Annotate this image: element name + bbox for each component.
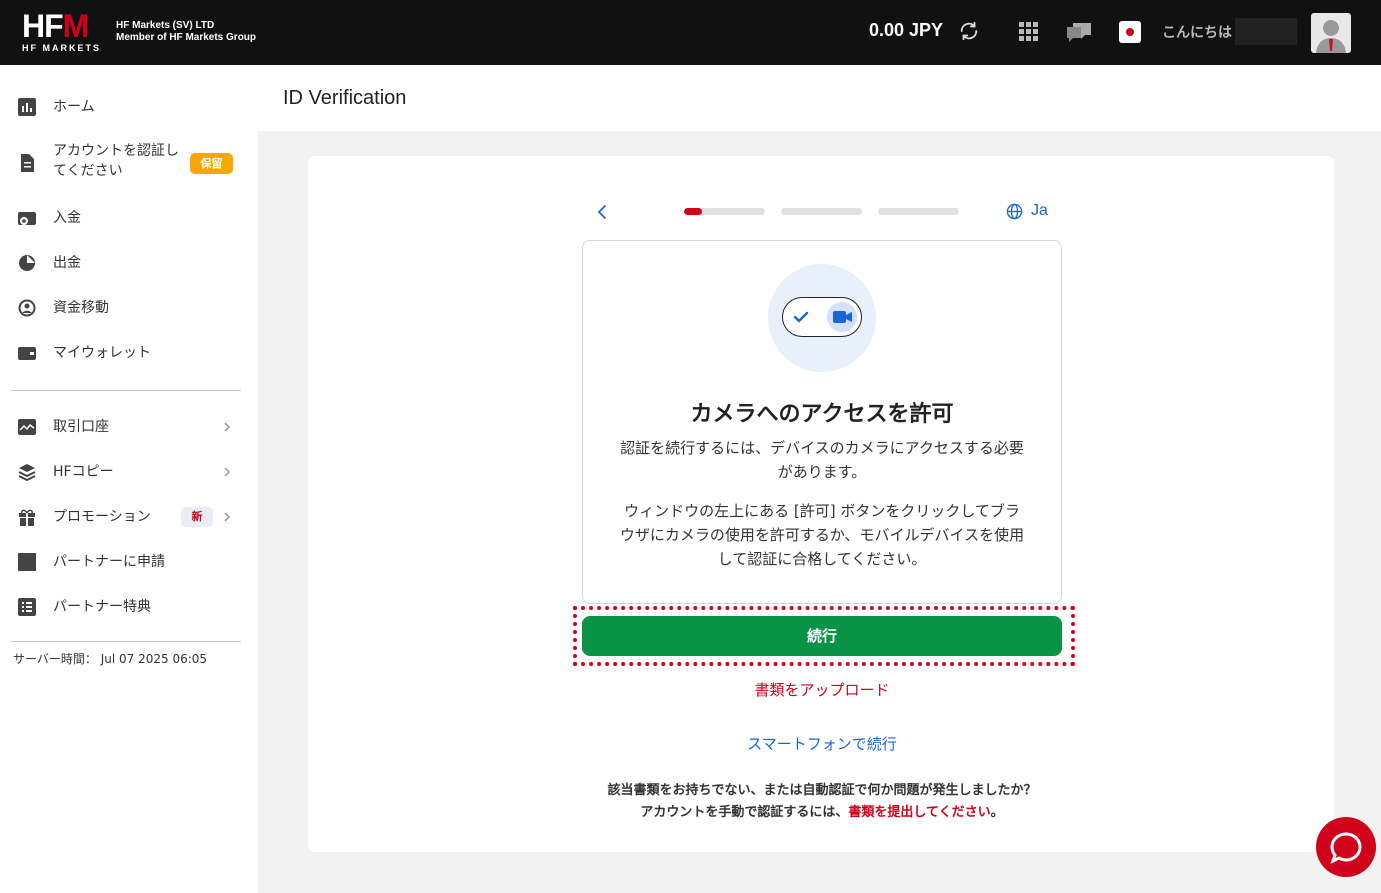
chat-icon[interactable] xyxy=(1065,21,1093,43)
list-icon xyxy=(18,598,36,616)
sidebar-item-label: パートナー特典 xyxy=(53,599,151,615)
trading-account-icon xyxy=(18,419,36,435)
status-badge-hold: 保留 xyxy=(190,153,233,174)
new-badge: 新 xyxy=(181,507,213,527)
progress-step-2 xyxy=(781,208,862,215)
continue-button[interactable]: 続行 xyxy=(582,616,1062,656)
live-chat-button[interactable] xyxy=(1316,817,1376,877)
japan-flag-icon[interactable] xyxy=(1119,21,1141,43)
sidebar-item-wallet[interactable]: マイウォレット xyxy=(0,333,258,373)
sidebar-item-label: 資金移動 xyxy=(53,300,109,316)
layers-icon xyxy=(18,464,36,481)
globe-icon xyxy=(1006,203,1023,219)
sidebar-item-label: パートナーに申請 xyxy=(53,554,165,570)
description-line: があります。 xyxy=(777,463,867,481)
progress-step-fill xyxy=(684,208,702,215)
manual-verification-note: アカウントを手動で認証するには、書類を提出してください。 xyxy=(560,802,1084,824)
refresh-icon[interactable] xyxy=(958,20,980,42)
logo-wordmark: HFM xyxy=(22,8,89,44)
chat-bubble-icon xyxy=(1330,832,1362,864)
progress-step-3 xyxy=(878,208,959,215)
description-line: 認証を続行するには、デバイスのカメラにアクセスする必要 xyxy=(620,439,1024,457)
instruction-line: して認証に合格してください。 xyxy=(717,550,927,568)
hfm-logo[interactable]: HFM HF MARKETS xyxy=(22,10,108,54)
sidebar-divider xyxy=(11,390,241,391)
language-selector[interactable]: Ja xyxy=(1006,202,1048,220)
gift-icon xyxy=(19,509,35,526)
company-group: Member of HF Markets Group xyxy=(116,32,257,43)
sidebar-item-label: 入金 xyxy=(53,210,81,226)
sidebar-item-home[interactable]: ホーム xyxy=(0,87,258,127)
submit-documents-link[interactable]: 書類を提出してください xyxy=(848,805,990,820)
video-camera-icon xyxy=(833,311,852,323)
sidebar-item-label: HFコピー xyxy=(53,464,114,480)
sidebar-item-trading-accounts[interactable]: 取引口座 xyxy=(0,407,258,447)
instruction-line: ウザにカメラの使用を許可するか、モバイルデバイスを使用 xyxy=(619,526,1025,544)
manual-note-suffix: 。 xyxy=(990,805,1004,820)
sidebar-item-label: マイウォレット xyxy=(53,345,151,361)
sidebar-item-withdraw[interactable]: 出金 xyxy=(0,243,258,283)
language-label: Ja xyxy=(1031,202,1048,219)
upload-documents-link[interactable]: 書類をアップロード xyxy=(582,679,1062,700)
sidebar-item-label: 取引口座 xyxy=(53,419,109,435)
wallet-icon xyxy=(18,347,36,360)
partner-icon xyxy=(18,553,36,571)
chevron-right-icon xyxy=(224,467,231,477)
sidebar-item-label: 出金 xyxy=(53,255,81,271)
sidebar: ホーム アカウントを認証してください 保留 入金 出金 資金移動 マイウォレット… xyxy=(0,65,258,893)
avatar[interactable] xyxy=(1311,13,1351,53)
logo-subtitle: HF MARKETS xyxy=(22,43,101,53)
sidebar-item-hf-copy[interactable]: HFコピー xyxy=(0,452,258,492)
company-name: HF Markets (SV) LTD xyxy=(116,20,215,31)
camera-access-instructions: ウィンドウの左上にある [許可] ボタンをクリックしてブラ ウザにカメラの使用を… xyxy=(600,499,1044,571)
server-time-label: サーバー時間： xyxy=(13,652,97,666)
sidebar-item-apply-partner[interactable]: パートナーに申請 xyxy=(0,542,258,582)
sidebar-item-transfer[interactable]: 資金移動 xyxy=(0,288,258,328)
progress-step-1 xyxy=(684,208,765,215)
company-info: HF Markets (SV) LTD Member of HF Markets… xyxy=(116,20,256,44)
back-chevron-icon[interactable] xyxy=(595,203,609,221)
check-icon xyxy=(793,311,809,323)
sidebar-item-label: アカウントを認証してください xyxy=(53,143,179,179)
sidebar-item-partner-benefits[interactable]: パートナー特典 xyxy=(0,587,258,627)
greeting-text: こんにちは xyxy=(1162,25,1232,41)
document-icon xyxy=(21,154,34,172)
deposit-icon xyxy=(18,212,36,225)
balance-display: 0.00 JPY xyxy=(869,20,944,40)
top-bar: HFM HF MARKETS HF Markets (SV) LTD Membe… xyxy=(0,0,1381,65)
apps-grid-icon[interactable] xyxy=(1019,22,1038,41)
sidebar-item-promotions[interactable]: プロモーション 新 xyxy=(0,497,258,537)
sidebar-item-label: プロモーション xyxy=(53,509,151,525)
continue-on-smartphone-link[interactable]: スマートフォンで続行 xyxy=(582,733,1062,754)
camera-access-description: 認証を続行するには、デバイスのカメラにアクセスする必要 があります。 xyxy=(600,436,1044,484)
server-time: サーバー時間： Jul 07 2025 06:05 xyxy=(13,650,207,667)
sidebar-item-deposit[interactable]: 入金 xyxy=(0,198,258,238)
home-chart-icon xyxy=(18,98,36,116)
chevron-right-icon xyxy=(224,512,231,522)
chevron-right-icon xyxy=(224,422,231,432)
camera-access-heading: カメラへのアクセスを許可 xyxy=(690,402,954,427)
username-redacted xyxy=(1235,18,1297,45)
manual-note-prefix: アカウントを手動で認証するには、 xyxy=(640,805,849,820)
page-header: ID Verification xyxy=(258,65,1381,131)
server-time-value: Jul 07 2025 06:05 xyxy=(100,652,208,666)
instruction-line: ウィンドウの左上にある [許可] ボタンをクリックしてブラ xyxy=(624,502,1020,520)
withdraw-icon xyxy=(19,255,35,271)
help-note: 該当書類をお持ちでない、または自動認証で何か問題が発生しましたか？ xyxy=(607,783,1037,798)
sidebar-item-label: ホーム xyxy=(53,99,95,115)
page-title: ID Verification xyxy=(283,87,407,109)
transfer-icon xyxy=(18,299,36,317)
sidebar-divider xyxy=(11,641,241,642)
